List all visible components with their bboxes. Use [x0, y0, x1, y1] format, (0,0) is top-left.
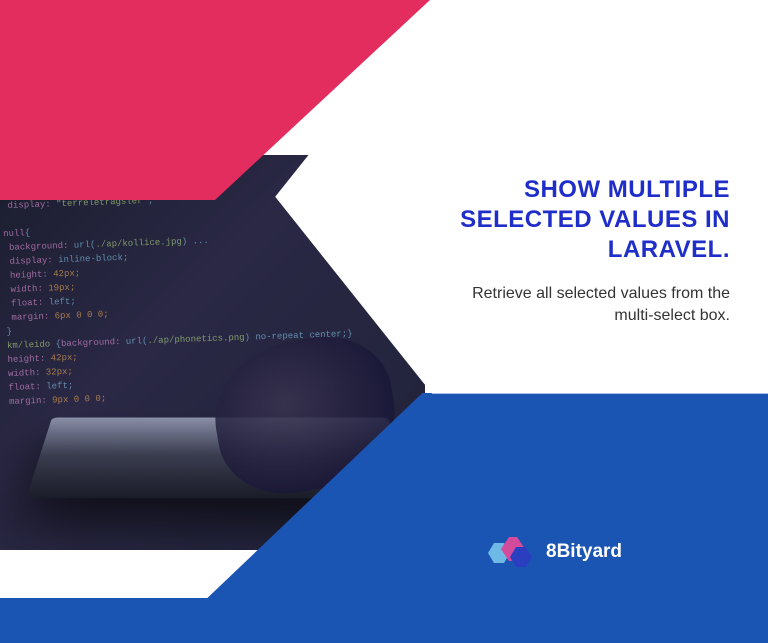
brand-name: 8Bityard	[546, 541, 622, 563]
promo-card: -size: 2px; background: url(./ap/kollice…	[0, 0, 768, 643]
heading: SHOW MULTIPLE SELECTED VALUES IN LARAVEL…	[430, 175, 730, 265]
brand-footer: 8Bityard	[486, 533, 622, 571]
brand-logo-icon	[486, 533, 532, 571]
subheading: Retrieve all selected values from the mu…	[430, 283, 730, 328]
text-block: SHOW MULTIPLE SELECTED VALUES IN LARAVEL…	[430, 175, 730, 328]
